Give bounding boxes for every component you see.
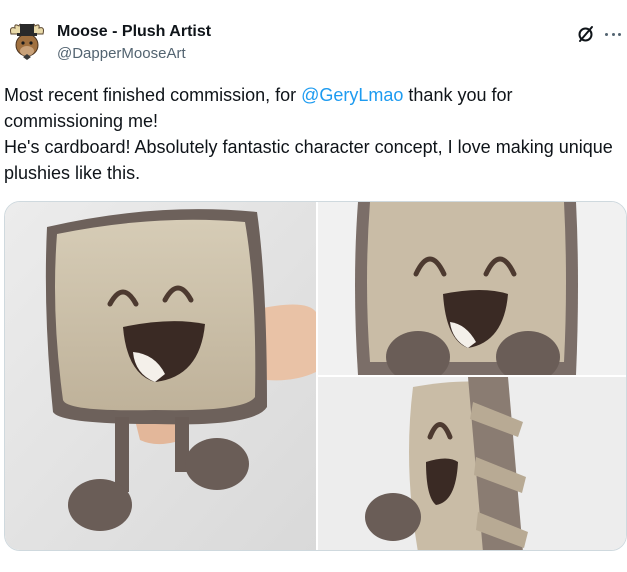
author-handle[interactable]: @DapperMooseArt: [57, 44, 186, 64]
mention-link[interactable]: @GeryLmao: [301, 85, 403, 105]
media-photo-2[interactable]: [318, 202, 626, 375]
tweet-paragraph-1: Most recent finished commission, for @Ge…: [4, 82, 619, 134]
tweet-text: Most recent finished commission, for @Ge…: [4, 82, 619, 186]
author-name[interactable]: Moose - Plush Artist: [57, 22, 211, 42]
tweet-text-before-mention: Most recent finished commission, for: [4, 85, 302, 105]
tweet-paragraph-2: He's cardboard! Absolutely fantastic cha…: [4, 137, 613, 183]
tweet-card: Moose - Plush Artist @DapperMooseArt Mos…: [0, 0, 627, 572]
moose-avatar-icon[interactable]: [5, 18, 49, 62]
grok-icon[interactable]: [576, 24, 596, 44]
more-options-icon[interactable]: [603, 24, 623, 44]
media-grid: [4, 201, 627, 551]
media-photo-1[interactable]: [5, 202, 316, 550]
media-photo-3[interactable]: [318, 377, 626, 550]
